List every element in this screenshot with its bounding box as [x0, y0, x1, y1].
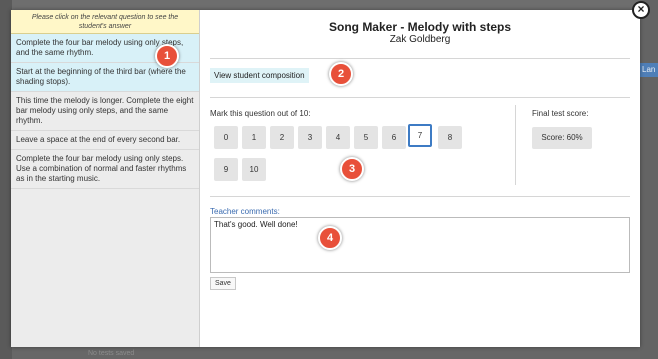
- background-tab: Lan: [640, 63, 658, 77]
- question-item[interactable]: This time the melody is longer. Complete…: [11, 92, 199, 131]
- mark-button-0[interactable]: 0: [214, 126, 238, 149]
- mark-button-1[interactable]: 1: [242, 126, 266, 149]
- comments-label: Teacher comments:: [210, 207, 280, 216]
- mark-button-6[interactable]: 6: [382, 126, 406, 149]
- student-name: Zak Goldberg: [389, 34, 451, 45]
- mark-label: Mark this question out of 10:: [210, 109, 311, 118]
- background-bottom-bar: No tests saved: [12, 347, 640, 359]
- callout-badge: 2: [329, 62, 353, 86]
- activity-title: Song Maker - Melody with steps: [328, 20, 512, 34]
- callout-badge: 1: [155, 44, 179, 68]
- background-right-strip: [640, 0, 658, 359]
- mark-button-4[interactable]: 4: [326, 126, 350, 149]
- mark-button-2[interactable]: 2: [270, 126, 294, 149]
- question-item[interactable]: Complete the four bar melody using only …: [11, 150, 199, 189]
- grading-modal: Please click on the relevant question to…: [11, 10, 640, 347]
- divider: [210, 58, 630, 59]
- vertical-divider: [515, 105, 516, 185]
- callout-badge: 3: [340, 157, 364, 181]
- mark-button-9[interactable]: 9: [214, 158, 238, 181]
- callout-badge: 4: [318, 226, 342, 250]
- background-status-text: No tests saved: [88, 350, 135, 357]
- mark-button-8[interactable]: 8: [438, 126, 462, 149]
- mark-button-3[interactable]: 3: [298, 126, 322, 149]
- close-icon[interactable]: ×: [632, 1, 650, 19]
- divider: [210, 97, 630, 98]
- question-list-instructions: Please click on the relevant question to…: [11, 10, 199, 34]
- view-composition-button[interactable]: View student composition: [210, 68, 309, 83]
- question-item[interactable]: Leave a space at the end of every second…: [11, 131, 199, 150]
- final-score-badge: Score: 60%: [532, 127, 592, 149]
- divider: [210, 196, 630, 197]
- teacher-comments-field[interactable]: That's good. Well done!: [210, 217, 630, 273]
- final-score-label: Final test score:: [532, 109, 589, 118]
- mark-button-7-selected[interactable]: 7: [408, 124, 432, 147]
- grading-panel: Song Maker - Melody with steps Zak Goldb…: [200, 10, 640, 347]
- mark-button-5[interactable]: 5: [354, 126, 378, 149]
- mark-button-10[interactable]: 10: [242, 158, 266, 181]
- save-button[interactable]: Save: [210, 277, 236, 290]
